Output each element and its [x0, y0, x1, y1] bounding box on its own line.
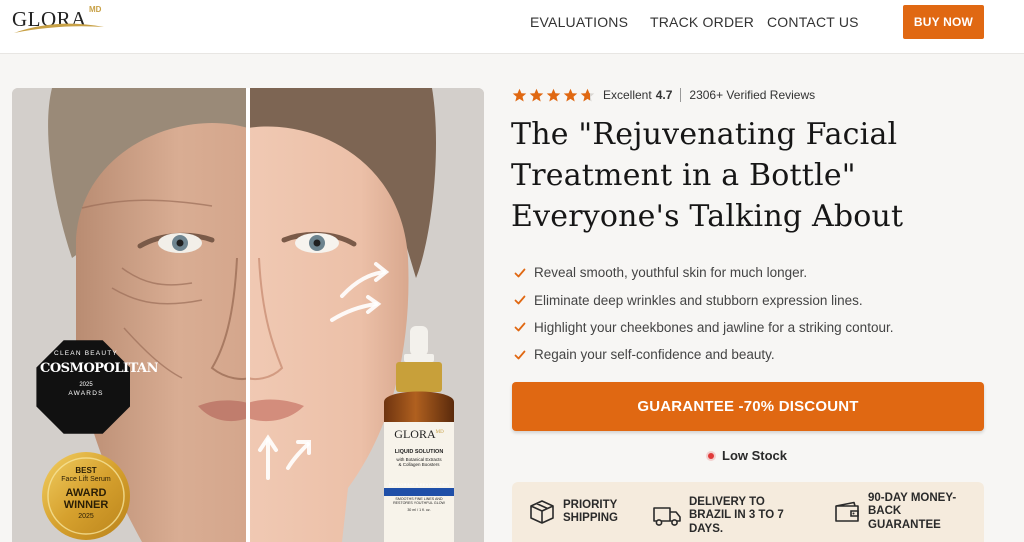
stock-status: Low Stock [708, 448, 787, 463]
award-year-text: 2025 [78, 513, 94, 520]
rating-stars [512, 88, 595, 103]
badge-bottom-text: AWARDS [68, 390, 104, 397]
award-title-1: AWARD [65, 487, 107, 499]
nav-contact-us[interactable]: CONTACT US [767, 14, 859, 30]
logo-swoosh-icon [14, 23, 104, 33]
stock-label: Low Stock [722, 448, 788, 463]
bottle-brand-text: GLORA [394, 427, 436, 441]
brand-logo[interactable]: GLORA MD [12, 5, 112, 35]
badge-brand-text: COSMOPOLITAN [40, 361, 159, 376]
star-icon [563, 88, 578, 101]
delivery-truck-icon [653, 507, 681, 526]
benefit-item: Regain your self-confidence and beauty. [514, 341, 893, 368]
title-line-1: The "Rejuvenating Facial [511, 117, 898, 152]
checkmark-icon [514, 268, 526, 278]
rating-score: 4.7 [655, 88, 673, 102]
cosmopolitan-badge-text: CLEAN BEAUTY COSMOPOLITAN 2025 AWARDS [40, 350, 159, 397]
benefit-text: Highlight your cheekbones and jawline fo… [534, 319, 894, 335]
nav-evaluations[interactable]: EVALUATIONS [530, 14, 628, 30]
reviews-count[interactable]: 2306+ Verified Reviews [689, 88, 815, 102]
feature-priority-shipping: PRIORITY SHIPPING [529, 482, 627, 542]
badge-year-text: 2025 [79, 382, 93, 388]
benefits-list: Reveal smooth, youthful skin for much lo… [514, 259, 893, 369]
benefit-item: Reveal smooth, youthful skin for much lo… [514, 259, 893, 286]
feature-delivery: DELIVERY TO BRAZIL IN 3 TO 7 DAYS. [653, 486, 794, 542]
feature-money-back: 90-DAY MONEY-BACK GUARANTEE [834, 482, 976, 542]
feature-text: DELIVERY TO BRAZIL IN 3 TO 7 DAYS. [689, 495, 784, 535]
checkmark-icon [514, 323, 526, 332]
star-icon [512, 88, 527, 101]
badge-top-text: CLEAN BEAUTY [54, 350, 118, 357]
rating-label: Excellent [603, 88, 652, 102]
benefit-item: Highlight your cheekbones and jawline fo… [514, 314, 893, 341]
title-line-2: Treatment in a Bottle" [511, 158, 856, 193]
status-dot-icon [708, 452, 714, 459]
package-icon [530, 500, 554, 524]
nav-track-order[interactable]: TRACK ORDER [650, 14, 754, 30]
half-star-icon [580, 88, 595, 101]
bottle-band-text: RESTORING & REVITALIZING [388, 482, 450, 487]
bottle-line1: LIQUID SOLUTION [394, 449, 444, 455]
feature-text: PRIORITY SHIPPING [563, 498, 618, 525]
checkmark-icon [514, 350, 526, 360]
rating-summary: Excellent 4.7 2306+ Verified Reviews [512, 86, 815, 104]
page-title: The "Rejuvenating Facial Treatment in a … [511, 114, 951, 237]
features-bar: PRIORITY SHIPPING DELIVERY TO BRAZIL IN … [512, 482, 984, 542]
bottle-line3: & Collagen Boosters [398, 462, 440, 467]
bottle-small2: RESTORES YOUTHFUL GLOW [393, 501, 445, 505]
logo-superscript: MD [89, 5, 102, 14]
checkmark-icon [514, 295, 526, 305]
award-category-text: Face Lift Serum [61, 476, 111, 483]
title-line-3: Everyone's Talking About [511, 199, 904, 234]
award-title-2: WINNER [63, 499, 109, 511]
bottle-brand-sup: MD [435, 430, 444, 435]
bottle-volume: 30 ml / 1 fl. oz. [407, 508, 431, 512]
benefit-text: Regain your self-confidence and beauty. [534, 347, 775, 363]
hero-before-after-image: CLEAN BEAUTY COSMOPOLITAN 2025 AWARDS BE… [12, 88, 484, 542]
star-icon [529, 88, 544, 101]
buy-now-button[interactable]: BUY NOW [903, 5, 984, 39]
star-icon [546, 88, 561, 101]
award-best-text: BEST [75, 466, 97, 475]
benefit-text: Reveal smooth, youthful skin for much lo… [534, 265, 808, 281]
benefit-item: Eliminate deep wrinkles and stubborn exp… [514, 286, 893, 313]
guarantee-discount-button[interactable]: GUARANTEE -70% DISCOUNT [512, 382, 984, 431]
bottle-label: GLORAMD LIQUID SOLUTION with Botanical E… [384, 426, 454, 513]
feature-text: 90-DAY MONEY-BACK GUARANTEE [868, 491, 957, 531]
site-header: GLORA MD EVALUATIONS TRACK ORDER CONTACT… [0, 0, 1024, 54]
wallet-icon [835, 501, 859, 522]
rating-divider [680, 88, 682, 102]
benefit-text: Eliminate deep wrinkles and stubborn exp… [534, 292, 863, 308]
award-seal-text: BEST Face Lift Serum AWARD WINNER 2025 [42, 466, 130, 520]
